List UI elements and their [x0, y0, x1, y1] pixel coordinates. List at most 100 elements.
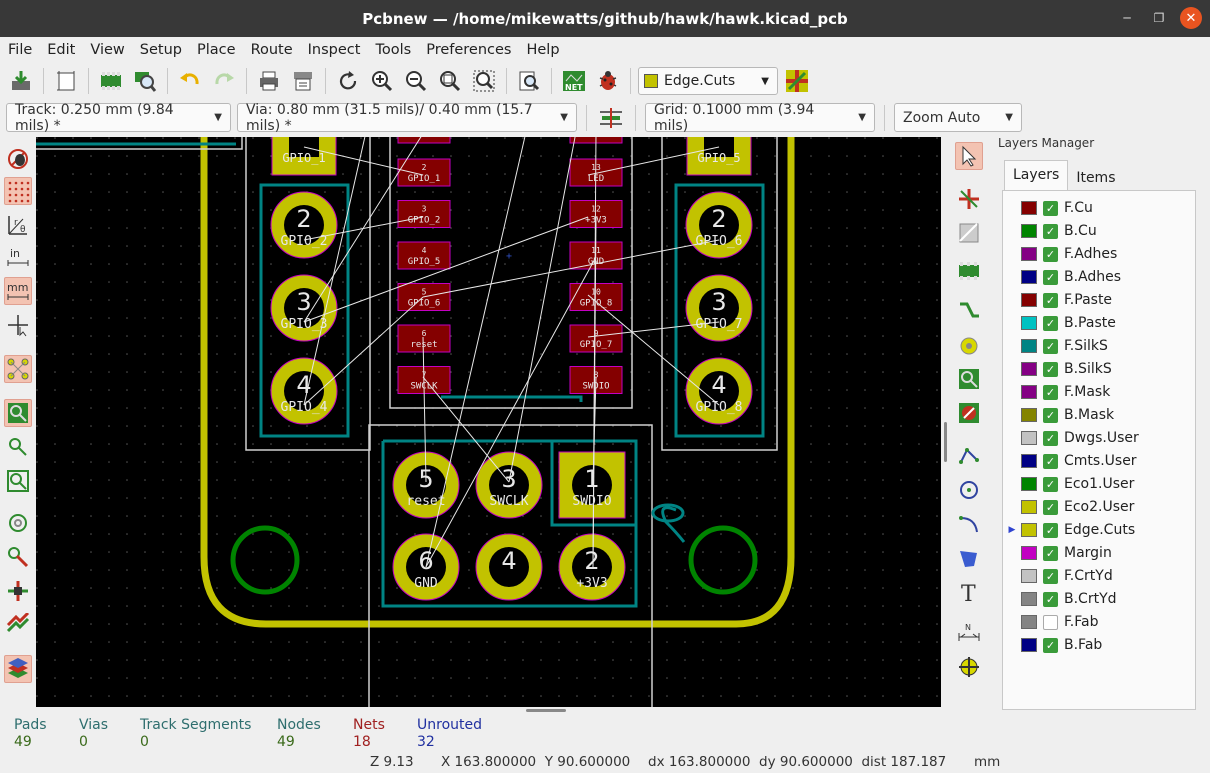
layer-color-swatch[interactable] [1021, 638, 1037, 652]
layers-manager-icon[interactable] [4, 655, 32, 683]
layer-visibility-checkbox[interactable]: ✓ [1043, 315, 1058, 331]
layer-row-f-cu[interactable]: ✓ F.Cu [1003, 197, 1193, 219]
layer-visibility-checkbox[interactable]: ✓ [1043, 522, 1058, 538]
close-icon[interactable]: ✕ [1180, 7, 1202, 29]
layer-row-b-mask[interactable]: ✓ B.Mask [1003, 404, 1193, 426]
layer-color-swatch[interactable] [1021, 339, 1037, 353]
layer-color-swatch[interactable] [1021, 385, 1037, 399]
zoom-out-icon[interactable] [401, 66, 431, 96]
layer-color-swatch[interactable] [1021, 477, 1037, 491]
maximize-icon[interactable]: ❐ [1148, 7, 1170, 29]
layer-row-f-adhes[interactable]: ✓ F.Adhes [1003, 243, 1193, 265]
via-size-select[interactable]: Via: 0.80 mm (31.5 mils)/ 0.40 mm (15.7 … [237, 102, 577, 134]
layer-visibility-checkbox[interactable] [1043, 614, 1058, 630]
page-settings-icon[interactable] [51, 66, 81, 96]
layer-name[interactable]: B.CrtYd [1064, 591, 1117, 607]
layer-row-b-silks[interactable]: ✓ B.SilkS [1003, 358, 1193, 380]
layer-name[interactable]: B.Fab [1064, 637, 1102, 653]
layer-row-b-crtyd[interactable]: ✓ B.CrtYd [1003, 588, 1193, 610]
layer-color-swatch[interactable] [1021, 224, 1037, 238]
tab-items[interactable]: Items [1068, 160, 1124, 192]
layer-name[interactable]: Dwgs.User [1064, 430, 1139, 446]
menu-tools[interactable]: Tools [375, 42, 419, 58]
tab-layers[interactable]: Layers [1004, 160, 1069, 192]
layer-row-b-adhes[interactable]: ✓ B.Adhes [1003, 266, 1193, 288]
layer-name[interactable]: B.SilkS [1064, 361, 1112, 377]
layer-row-cmts-user[interactable]: ✓ Cmts.User [1003, 450, 1193, 472]
menu-preferences[interactable]: Preferences [426, 42, 519, 58]
redraw-icon[interactable] [333, 66, 363, 96]
layer-name[interactable]: F.Adhes [1064, 246, 1117, 262]
layer-color-swatch[interactable] [1021, 316, 1037, 330]
layer-color-swatch[interactable] [1021, 362, 1037, 376]
find-icon[interactable] [514, 66, 544, 96]
layer-row-f-crtyd[interactable]: ✓ F.CrtYd [1003, 565, 1193, 587]
menu-place[interactable]: Place [197, 42, 244, 58]
add-zone-icon[interactable] [955, 365, 983, 393]
drc-icon[interactable] [593, 66, 623, 96]
layer-visibility-checkbox[interactable]: ✓ [1043, 200, 1058, 216]
plot-icon[interactable] [288, 66, 318, 96]
layer-color-swatch[interactable] [1021, 201, 1037, 215]
pcb-canvas[interactable]: GPIO_1 GPIO_5 2 GPIO_1 3 GPIO_2 4 GPIO_5 5 GPIO… [36, 137, 941, 707]
place-origin-icon[interactable] [955, 653, 983, 681]
layer-visibility-checkbox[interactable]: ✓ [1043, 269, 1058, 285]
layer-name[interactable]: F.CrtYd [1064, 568, 1113, 584]
layer-visibility-checkbox[interactable]: ✓ [1043, 246, 1058, 262]
layer-visibility-checkbox[interactable]: ✓ [1043, 384, 1058, 400]
netlist-icon[interactable]: NET [559, 66, 589, 96]
layer-color-swatch[interactable] [1021, 615, 1037, 629]
auto-track-width-icon[interactable] [596, 103, 626, 133]
layer-name[interactable]: Eco2.User [1064, 499, 1134, 515]
save-icon[interactable] [6, 66, 36, 96]
layer-row-f-fab[interactable]: F.Fab [1003, 611, 1193, 633]
zone-outline-icon[interactable] [4, 433, 32, 461]
layer-name[interactable]: F.Fab [1064, 614, 1099, 630]
track-width-select[interactable]: Track: 0.250 mm (9.84 mils) * ▼ [6, 102, 231, 134]
layer-row-b-cu[interactable]: ✓ B.Cu [1003, 220, 1193, 242]
add-circle-icon[interactable] [955, 476, 983, 504]
mm-units-icon[interactable]: mm [4, 277, 32, 305]
add-text-icon[interactable]: T [955, 578, 983, 606]
layer-color-swatch[interactable] [1021, 247, 1037, 261]
zoom-fit-icon[interactable] [435, 66, 465, 96]
layer-color-swatch[interactable] [1021, 408, 1037, 422]
layer-row-eco2-user[interactable]: ✓ Eco2.User [1003, 496, 1193, 518]
layer-visibility-checkbox[interactable]: ✓ [1043, 338, 1058, 354]
zoom-select[interactable]: Zoom Auto ▼ [894, 103, 1022, 132]
zoom-selection-icon[interactable] [469, 66, 499, 96]
menu-edit[interactable]: Edit [47, 42, 83, 58]
layer-color-swatch[interactable] [1021, 523, 1037, 537]
grid-toggle-icon[interactable] [4, 177, 32, 205]
layer-name[interactable]: F.Paste [1064, 292, 1112, 308]
minimize-icon[interactable]: ─ [1116, 7, 1138, 29]
add-via-icon[interactable] [955, 332, 983, 360]
add-line-icon[interactable] [955, 442, 983, 470]
layer-name[interactable]: Margin [1064, 545, 1112, 561]
layer-color-swatch[interactable] [1021, 569, 1037, 583]
layer-visibility-checkbox[interactable]: ✓ [1043, 637, 1058, 653]
active-layer-select[interactable]: Edge.Cuts ▼ [638, 67, 778, 95]
layer-name[interactable]: Edge.Cuts [1064, 522, 1135, 538]
layer-visibility-checkbox[interactable]: ✓ [1043, 407, 1058, 423]
ratsnest-icon[interactable] [4, 355, 32, 383]
keepout-area-icon[interactable] [955, 399, 983, 427]
pads-sketch-icon[interactable] [4, 467, 32, 495]
layer-color-swatch[interactable] [1021, 431, 1037, 445]
print-icon[interactable] [254, 66, 284, 96]
layer-visibility-checkbox[interactable]: ✓ [1043, 361, 1058, 377]
layer-visibility-checkbox[interactable]: ✓ [1043, 430, 1058, 446]
layer-visibility-checkbox[interactable]: ✓ [1043, 499, 1058, 515]
layer-color-swatch[interactable] [1021, 546, 1037, 560]
layer-name[interactable]: Eco1.User [1064, 476, 1134, 492]
layer-name[interactable]: B.Adhes [1064, 269, 1121, 285]
track-sketch-icon[interactable] [4, 543, 32, 571]
layer-name[interactable]: B.Cu [1064, 223, 1097, 239]
add-dimension-icon[interactable]: N [955, 619, 983, 647]
layer-row-b-paste[interactable]: ✓ B.Paste [1003, 312, 1193, 334]
layer-color-swatch[interactable] [1021, 500, 1037, 514]
layer-name[interactable]: F.Cu [1064, 200, 1093, 216]
layer-row-f-mask[interactable]: ✓ F.Mask [1003, 381, 1193, 403]
layer-pair-icon[interactable] [782, 66, 812, 96]
layer-visibility-checkbox[interactable]: ✓ [1043, 223, 1058, 239]
